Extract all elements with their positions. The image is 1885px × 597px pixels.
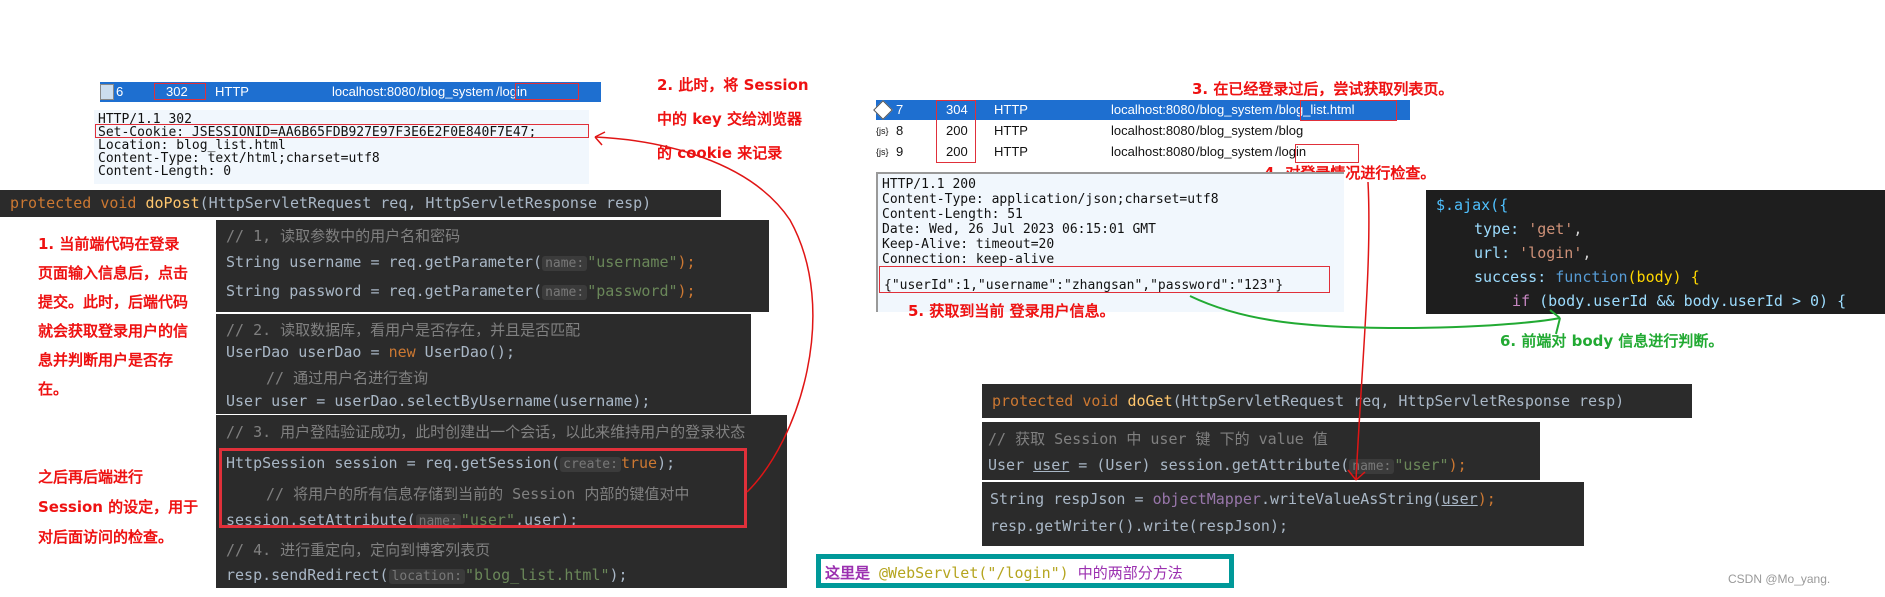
watermark: CSDN @Mo_yang. bbox=[1728, 572, 1831, 586]
json-highlight bbox=[879, 266, 1330, 293]
set-cookie-highlight bbox=[95, 124, 589, 138]
doget-block-1: // 获取 Session 中 user 键 下的 value 值 User u… bbox=[982, 422, 1540, 480]
status-highlight bbox=[936, 100, 976, 163]
json-icon: {js} bbox=[876, 126, 889, 136]
dopost-block-1: // 1, 读取参数中的用户名和密码 String username = req… bbox=[216, 220, 769, 312]
doget-block-2: String respJson = objectMapper.writeValu… bbox=[982, 482, 1584, 546]
json-icon: {js} bbox=[876, 147, 889, 157]
highlight-box bbox=[154, 83, 206, 100]
annotation-1b: 之后再后端进行 Session 的设定，用于 对后面访问的检查。 bbox=[38, 468, 199, 546]
red-arrowhead bbox=[594, 131, 606, 146]
ajax-code-block: $.ajax({ type: 'get', url: 'login', succ… bbox=[1426, 190, 1885, 314]
annotation-3: 3. 在已经登录过后，尝试获取列表页。 bbox=[1192, 80, 1454, 98]
request-id: 6 bbox=[116, 84, 124, 99]
path-prefix: /blog_system bbox=[417, 84, 494, 99]
annotation-5: 5. 获取到当前 登录用户信息。 bbox=[908, 302, 1115, 320]
host: localhost:8080 bbox=[332, 84, 416, 99]
cache-icon bbox=[873, 100, 893, 120]
annotation-6: 6. 前端对 body 信息进行判断。 bbox=[1500, 332, 1724, 350]
annotation-1: 1. 当前端代码在登录 页面输入信息后，点击 提交。此时，后端代码 就会获取登录用户的… bbox=[38, 235, 189, 398]
session-code-highlight bbox=[219, 448, 747, 528]
dopost-signature: protected void doPost(HttpServletRequest… bbox=[0, 190, 721, 217]
servlet-note: 这里是 @WebServlet("/login") 中的两部分方法 bbox=[816, 554, 1234, 588]
annotation-2: 2. 此时，将 Session 中的 key 交给浏览器的 cookie 来记录 bbox=[657, 76, 809, 162]
response-line: Content-Length: 0 bbox=[98, 164, 232, 179]
doget-signature: protected void doGet(HttpServletRequest … bbox=[982, 384, 1692, 418]
path-highlight bbox=[1300, 100, 1397, 121]
path-highlight bbox=[1295, 144, 1359, 163]
response-headers-302: HTTP/1.1 302 Set-Cookie: JSESSIONID=AA6B… bbox=[94, 110, 589, 184]
protocol: HTTP bbox=[215, 84, 249, 99]
file-icon bbox=[100, 84, 114, 100]
dopost-block-2: // 2. 读取数据库，看用户是否存在，并且是否匹配 UserDao userD… bbox=[216, 314, 751, 414]
highlight-box bbox=[515, 83, 579, 100]
